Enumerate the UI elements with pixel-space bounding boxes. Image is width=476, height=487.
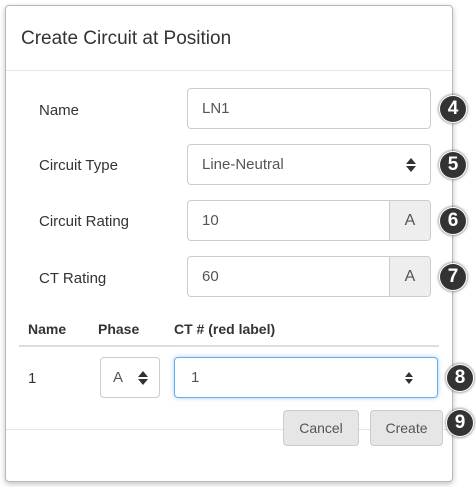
circuit-type-value: Line-Neutral [202,156,284,173]
circuit-type-label: Circuit Type [39,157,118,174]
select-arrows-icon [406,158,416,172]
ct-rating-input[interactable]: 60 A [187,256,431,297]
column-header-name: Name [28,321,67,337]
callout-badge-6: 6 [440,208,466,234]
callout-badge-4: 4 [440,96,466,122]
phase-select[interactable]: A [100,357,160,398]
circuit-rating-value: 10 [202,212,219,229]
create-circuit-dialog: Create Circuit at Position Name LN1 Circ… [5,5,453,482]
name-input-value: LN1 [202,100,230,117]
phase-select-value: A [113,369,124,386]
table-header-divider [19,345,439,347]
cancel-button[interactable]: Cancel [283,410,359,446]
column-header-phase: Phase [98,321,140,337]
name-label: Name [39,102,80,119]
circuit-rating-label: Circuit Rating [39,213,130,230]
phase-arrows-icon [138,371,148,385]
circuit-type-select[interactable]: Line-Neutral [187,144,431,185]
ct-number-value: 1 [191,369,200,386]
ct-rating-label: CT Rating [39,270,107,287]
create-button[interactable]: Create [370,410,443,446]
callout-badge-9: 9 [447,410,473,436]
name-input[interactable]: LN1 [187,88,431,129]
circuit-rating-input[interactable]: 10 A [187,200,431,241]
ct-spinner-icon[interactable] [405,372,413,384]
callout-badge-7: 7 [440,264,466,290]
ct-number-input[interactable]: 1 [174,357,438,398]
row-name-value: 1 [28,370,37,387]
circuit-rating-unit: A [389,201,430,240]
dialog-title: Create Circuit at Position [21,28,232,49]
callout-badge-5: 5 [440,152,466,178]
ct-rating-value: 60 [202,268,219,285]
column-header-ct: CT # (red label) [174,321,276,337]
callout-badge-8: 8 [447,365,473,391]
dialog-header: Create Circuit at Position [6,6,452,71]
ct-rating-unit: A [389,257,430,296]
